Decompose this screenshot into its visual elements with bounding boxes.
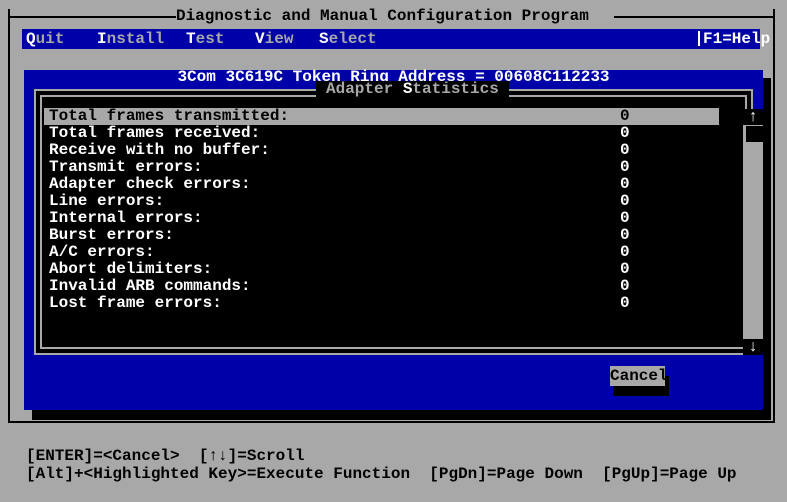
list-item[interactable]: Lost frame errors: 0 — [44, 295, 719, 312]
cancel-button[interactable]: Cancel — [610, 366, 668, 386]
scroll-down-arrow-icon[interactable]: ↓ — [743, 339, 763, 355]
frame-top-border-right — [614, 16, 775, 18]
list-item[interactable]: Line errors: 0 — [44, 193, 719, 210]
menu-bar: Quit Install Test View Select F1=Help — [22, 29, 770, 49]
list-item[interactable]: Invalid ARB commands: 0 — [44, 278, 719, 295]
statistics-list-box: Adapter Statistics Total frames transmit… — [34, 81, 763, 355]
menu-quit[interactable]: Quit — [26, 31, 64, 47]
help-separator — [698, 31, 700, 46]
menu-test[interactable]: Test — [186, 31, 224, 47]
menu-view[interactable]: View — [255, 31, 293, 47]
help-line-scroll: [ENTER]=<Cancel> [↑↓]=Scroll — [26, 447, 305, 465]
list-title: Adapter Statistics — [316, 81, 509, 97]
list-item[interactable]: Total frames received: 0 — [44, 125, 719, 142]
list-item[interactable]: Abort delimiters: 0 — [44, 261, 719, 278]
menu-install[interactable]: Install — [97, 31, 164, 47]
list-item[interactable]: A/C errors: 0 — [44, 244, 719, 261]
list-item[interactable]: Adapter check errors: 0 — [44, 176, 719, 193]
program-title: Diagnostic and Manual Configuration Prog… — [176, 7, 589, 25]
menu-select[interactable]: Select — [319, 31, 377, 47]
list-item[interactable]: Transmit errors: 0 — [44, 159, 719, 176]
scroll-up-arrow-icon[interactable]: ↑ — [743, 109, 763, 125]
list-item[interactable]: Burst errors: 0 — [44, 227, 719, 244]
statistics-list[interactable]: Total frames transmitted: 0 Total frames … — [44, 108, 719, 312]
list-item[interactable]: Internal errors: 0 — [44, 210, 719, 227]
list-item[interactable]: Total frames transmitted: 0 — [44, 108, 719, 125]
help-menu-item[interactable]: F1=Help — [703, 31, 770, 47]
frame-top-border-left — [8, 16, 176, 18]
vertical-scrollbar[interactable]: ↑ ↓ — [743, 109, 763, 355]
help-line-keys: [Alt]+<Highlighted Key>=Execute Function… — [26, 465, 737, 483]
scroll-thumb[interactable] — [746, 126, 763, 142]
list-item[interactable]: Receive with no buffer: 0 — [44, 142, 719, 159]
adapter-statistics-dialog: 3Com 3C619C Token Ring Address = 00608C1… — [24, 69, 763, 410]
